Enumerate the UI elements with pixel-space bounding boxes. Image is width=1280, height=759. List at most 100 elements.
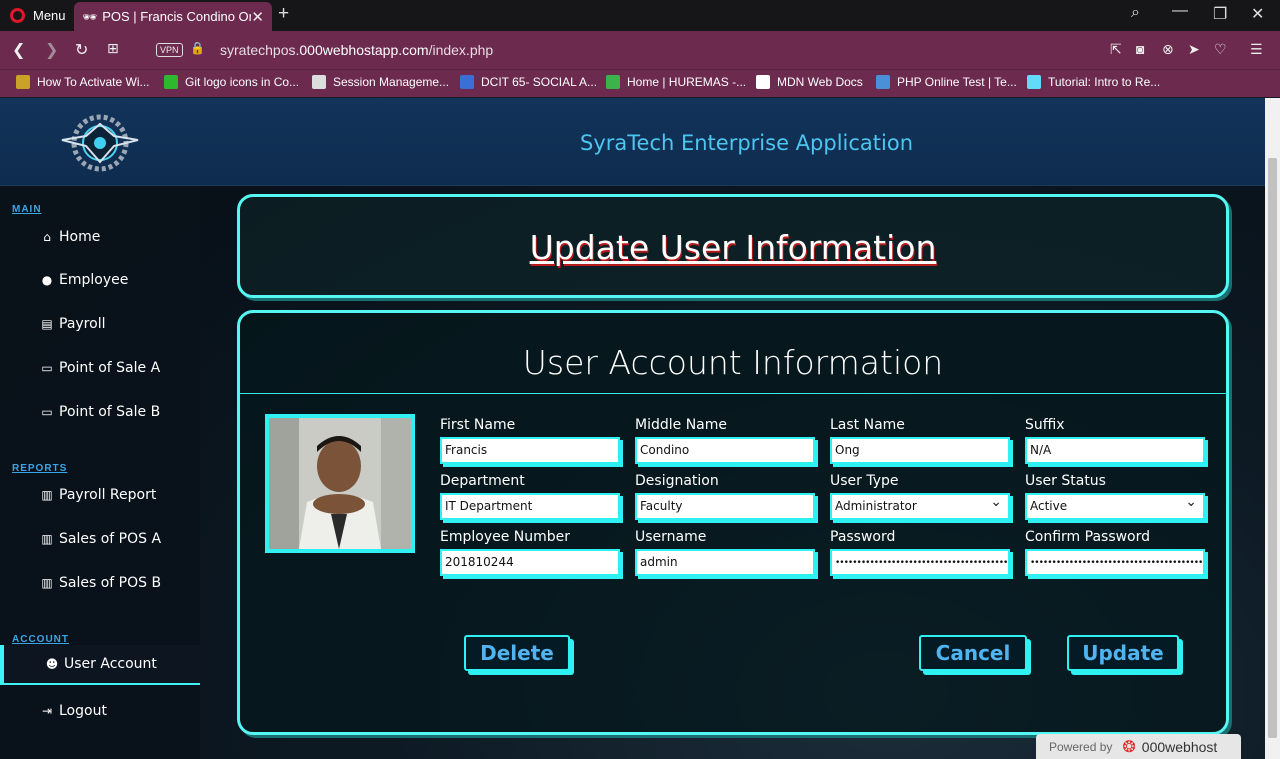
sidebar-item-label: Point of Sale A [59, 360, 161, 376]
send-icon[interactable]: ➤ [1188, 41, 1200, 58]
user-status-field[interactable]: Active [1025, 493, 1205, 520]
confirm-password-label: Confirm Password [1025, 529, 1151, 545]
cloud-icon [876, 75, 890, 89]
heart-icon[interactable]: ♡ [1214, 41, 1227, 58]
url-path: /index.php [428, 42, 494, 58]
bookmark-item[interactable]: Tutorial: Intro to Re... [1027, 75, 1160, 89]
sidebar-section-account: ACCOUNT [12, 634, 69, 645]
sidebar-item-payroll-report[interactable]: ▥ Payroll Report [0, 475, 200, 515]
designation-field[interactable]: Faculty [635, 493, 815, 520]
bookmark-label: Home | HUREMAS -... [627, 75, 747, 89]
page-scrollbar[interactable] [1265, 98, 1280, 759]
file-icon: ▤ [41, 317, 53, 331]
opera-menu-button[interactable]: Menu [0, 0, 72, 31]
app-header: SyraTech Enterprise Application [0, 98, 1265, 186]
bookmark-item[interactable]: How To Activate Wi... [16, 75, 149, 89]
cookie-icon [312, 75, 326, 89]
sidebar-item-sales-of-pos-a[interactable]: ▥ Sales of POS A [0, 519, 200, 559]
sidebar-item-employee[interactable]: ● Employee [0, 260, 200, 300]
vpn-badge[interactable]: VPN [156, 43, 183, 57]
bookmark-item[interactable]: Git logo icons in Co... [164, 75, 299, 89]
bookmark-label: MDN Web Docs [777, 75, 863, 89]
close-window-icon[interactable]: ✕ [1251, 4, 1264, 24]
scrollbar-thumb[interactable] [1268, 158, 1277, 738]
username-field[interactable]: admin [635, 549, 815, 576]
new-tab-icon[interactable]: + [278, 3, 289, 25]
sidebar-section-main: MAIN [12, 204, 42, 215]
first-name-label: First Name [440, 417, 516, 433]
password-label: Password [830, 529, 896, 545]
forward-icon[interactable]: ❯ [45, 40, 58, 60]
camera-icon[interactable]: ◙ [1136, 41, 1144, 57]
user-circle-icon: ● [41, 273, 53, 287]
suffix-label: Suffix [1025, 417, 1065, 433]
web-page: SyraTech Enterprise Application MAIN REP… [0, 98, 1265, 759]
sidebar-item-payroll[interactable]: ▤ Payroll [0, 304, 200, 344]
bookmark-item[interactable]: MDN Web Docs [756, 75, 863, 89]
first-name-field[interactable]: Francis [440, 437, 620, 464]
close-tab-icon[interactable]: ✕ [251, 8, 264, 26]
minimize-icon[interactable]: — [1172, 2, 1188, 20]
sidebar-item-label: Sales of POS B [59, 575, 162, 591]
confirm-password-field[interactable]: ••••••••••••••••••••••••••••••••••••••••… [1025, 549, 1205, 576]
000webhost-logo-icon: ❂ [1122, 738, 1136, 756]
user-photo-image [269, 418, 411, 549]
sidebar-item-home[interactable]: ⌂ Home [0, 217, 200, 257]
bookmark-label: DCIT 65- SOCIAL A... [481, 75, 598, 89]
tab-title: POS | Francis Condino Ong [102, 9, 252, 24]
speed-dial-icon[interactable]: ⊞ [107, 40, 119, 57]
user-photo [265, 414, 415, 553]
money-icon: ▭ [41, 405, 53, 419]
opera-logo-icon [10, 8, 25, 23]
incognito-icon: 🕶 [82, 9, 98, 24]
lock-icon[interactable]: 🔒 [190, 41, 205, 55]
password-field[interactable]: ••••••••••••••••••••••••••••••••••••••••… [830, 549, 1010, 576]
last-name-label: Last Name [830, 417, 905, 433]
page-title: Update User Information [529, 228, 937, 267]
sidebar-item-logout[interactable]: ⇥ Logout [0, 691, 200, 731]
easy-setup-icon[interactable]: ☰ [1250, 41, 1263, 58]
sign-out-icon: ⇥ [41, 704, 53, 718]
department-field[interactable]: IT Department [440, 493, 620, 520]
user-type-field[interactable]: Administrator [830, 493, 1010, 520]
bookmarks-bar: How To Activate Wi... Git logo icons in C… [0, 69, 1280, 97]
sidebar-item-label: Sales of POS A [59, 531, 162, 547]
sidebar-item-label: Logout [59, 703, 107, 719]
bookmark-item[interactable]: Session Manageme... [312, 75, 449, 89]
bookmark-label: Tutorial: Intro to Re... [1048, 75, 1161, 89]
sidebar-item-label: Payroll [59, 316, 106, 332]
user-account-card: User Account Information First Name Franc… [237, 310, 1229, 735]
diamond-icon [606, 75, 620, 89]
last-name-field[interactable]: Ong [830, 437, 1010, 464]
sidebar-item-point-of-sale-a[interactable]: ▭ Point of Sale A [0, 348, 200, 388]
adblock-icon[interactable]: ⊗ [1162, 41, 1174, 58]
money-icon: ▭ [41, 361, 53, 375]
employee-number-label: Employee Number [440, 529, 571, 545]
middle-name-field[interactable]: Condino [635, 437, 815, 464]
sidebar-item-point-of-sale-b[interactable]: ▭ Point of Sale B [0, 392, 200, 432]
syratech-logo [61, 114, 139, 172]
url-field[interactable]: syratechpos.000webhostapp.com/index.php [220, 42, 493, 58]
powered-by-badge[interactable]: Powered by ❂ 000webhost [1036, 734, 1241, 759]
reload-icon[interactable]: ↻ [75, 40, 88, 60]
back-icon[interactable]: ❮ [12, 40, 25, 60]
cancel-button[interactable]: Cancel [919, 635, 1027, 671]
sidebar-item-sales-of-pos-b[interactable]: ▥ Sales of POS B [0, 563, 200, 603]
employee-number-field[interactable]: 201810244 [440, 549, 620, 576]
restore-icon[interactable]: ❐ [1213, 4, 1227, 24]
browser-tab[interactable]: 🕶 POS | Francis Condino Ong ✕ [74, 2, 272, 31]
middle-name-label: Middle Name [635, 417, 727, 433]
department-label: Department [440, 473, 525, 489]
c-icon [460, 75, 474, 89]
sidebar-item-user-account[interactable]: ☻ User Account [0, 645, 200, 685]
share-icon[interactable]: ⇱ [1110, 41, 1122, 58]
bookmark-item[interactable]: DCIT 65- SOCIAL A... [460, 75, 597, 89]
search-tabs-icon[interactable]: ⌕ [1131, 4, 1140, 22]
bookmark-item[interactable]: PHP Online Test | Te... [876, 75, 1017, 89]
files-icon: ▥ [41, 488, 53, 502]
update-button[interactable]: Update [1067, 635, 1179, 671]
delete-button[interactable]: Delete [464, 635, 570, 671]
bookmark-item[interactable]: Home | HUREMAS -... [606, 75, 746, 89]
suffix-field[interactable]: N/A [1025, 437, 1205, 464]
designation-label: Designation [635, 473, 719, 489]
